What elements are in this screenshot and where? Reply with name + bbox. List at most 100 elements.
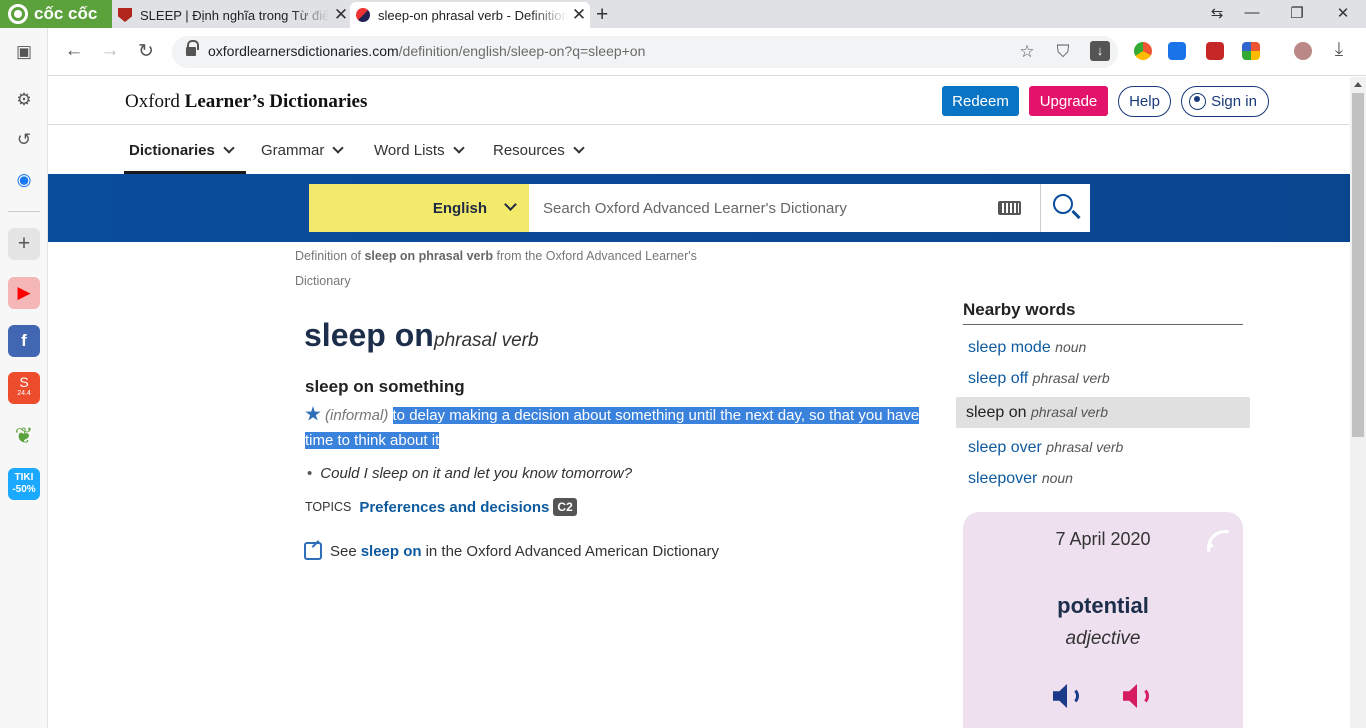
breadcrumb: Definition of sleep on phrasal verb from…: [295, 244, 745, 294]
keyboard-icon[interactable]: [998, 201, 1021, 215]
close-tab-icon[interactable]: ✕: [330, 5, 352, 25]
search-button[interactable]: [1041, 184, 1090, 232]
oxford-3000-star-icon[interactable]: [305, 406, 321, 421]
tiki-line2: -50%: [12, 484, 36, 495]
browser-brand-label: cốc cốc: [34, 4, 98, 23]
topic-link[interactable]: Preferences and decisions: [359, 499, 549, 516]
redeem-button[interactable]: Redeem: [942, 86, 1019, 116]
site-header: Oxford Learner’s Dictionaries Redeem Upg…: [48, 77, 1350, 125]
nearby-pos: phrasal verb: [1046, 439, 1124, 455]
reload-icon[interactable]: ↻: [133, 40, 159, 63]
nearby-item[interactable]: sleep off phrasal verb: [956, 363, 1250, 394]
nearby-item[interactable]: sleep mode noun: [956, 332, 1250, 363]
nearby-pos: phrasal verb: [1032, 370, 1110, 386]
site-logo[interactable]: Oxford Learner’s Dictionaries: [125, 91, 367, 113]
nav-grammar[interactable]: Grammar: [261, 142, 345, 159]
scrollbar-thumb[interactable]: [1352, 93, 1364, 437]
wotd-pos: adjective: [1065, 628, 1141, 649]
shopee-glyph: S: [19, 374, 29, 390]
help-button[interactable]: Help: [1118, 86, 1171, 117]
site-title-prefix: Oxford: [125, 91, 185, 112]
nearby-item-selected[interactable]: sleep on phrasal verb: [956, 397, 1250, 428]
new-extension-icon[interactable]: [1168, 42, 1186, 60]
browser-brand[interactable]: cốc cốc: [0, 0, 112, 28]
search-band: English: [48, 174, 1350, 242]
nearby-item[interactable]: sleepover noun: [956, 463, 1250, 494]
see-also-link[interactable]: sleep on: [361, 543, 422, 560]
messenger-icon[interactable]: ◉: [8, 164, 40, 196]
sidebar-toggle-icon[interactable]: ▣: [8, 36, 40, 68]
speaker-uk-icon[interactable]: [1051, 682, 1085, 710]
page-scrollbar[interactable]: [1350, 77, 1366, 728]
nav-label: Grammar: [261, 142, 325, 159]
chrome-extension-icon[interactable]: [1134, 42, 1152, 60]
red-extension-icon[interactable]: [1206, 42, 1224, 60]
nav-label: Resources: [493, 142, 565, 159]
address-bar[interactable]: oxfordlearnersdictionaries.com/definitio…: [172, 36, 1118, 68]
browser-toolbar: ← → ↻ oxfordlearnersdictionaries.com/def…: [0, 28, 1366, 76]
scroll-up-icon[interactable]: [1354, 82, 1362, 87]
forward-arrow-icon[interactable]: →: [97, 40, 123, 62]
definition[interactable]: (informal) to delay making a decision ab…: [305, 403, 935, 453]
download-icon[interactable]: ↓: [1090, 41, 1110, 61]
sign-in-button[interactable]: Sign in: [1181, 86, 1269, 117]
bookmark-star-icon[interactable]: ☆: [1017, 42, 1037, 62]
definition-text-line2: time to think about it: [305, 432, 440, 449]
add-shortcut-icon[interactable]: +: [8, 228, 40, 260]
nearby-pos: noun: [1041, 470, 1073, 486]
topics: TOPICS Preferences and decisions C2: [305, 498, 577, 516]
shield-icon[interactable]: ⛉: [1053, 42, 1073, 62]
minimize-icon[interactable]: —: [1242, 4, 1262, 21]
topics-label: TOPICS: [305, 500, 352, 514]
facebook-icon[interactable]: f: [8, 325, 40, 357]
tab-cambridge[interactable]: SLEEP | Định nghĩa trong Từ điển tiếng A…: [112, 2, 352, 28]
language-select[interactable]: English: [309, 184, 529, 232]
wotd-word[interactable]: potential: [963, 593, 1243, 619]
tab-strip: cốc cốc SLEEP | Định nghĩa trong Từ điển…: [0, 0, 1366, 28]
nearby-word: sleep on: [966, 404, 1027, 421]
close-tab-icon[interactable]: ✕: [568, 5, 590, 25]
search-input[interactable]: [529, 184, 969, 232]
speaker-wave: [1061, 687, 1079, 705]
nav-dictionaries[interactable]: Dictionaries: [129, 142, 235, 159]
lock-icon[interactable]: [186, 40, 199, 57]
tab-title: SLEEP | Định nghĩa trong Từ điển tiếng A…: [140, 7, 330, 23]
nav-resources[interactable]: Resources: [493, 142, 585, 159]
see-prefix: See: [330, 542, 357, 560]
shopee-badge: 24.4: [17, 390, 31, 397]
definition-text-line1: to delay making a decision about somethi…: [392, 407, 920, 424]
url-path: /definition/english/sleep-on?q=sleep+on: [398, 43, 646, 59]
coccoc-leaf-icon[interactable]: ❦: [8, 420, 40, 452]
settings-gear-icon[interactable]: ⚙: [8, 84, 40, 116]
tab-oxford-active[interactable]: sleep-on phrasal verb - Definition ✕: [350, 2, 590, 28]
close-window-icon[interactable]: ✕: [1333, 4, 1353, 22]
chevron-down-icon: [332, 142, 345, 154]
back-arrow-icon[interactable]: ←: [61, 40, 87, 62]
speaker-us-icon[interactable]: [1121, 682, 1155, 710]
rss-icon[interactable]: [1207, 530, 1225, 548]
tiki-line1: TIKI: [14, 472, 34, 483]
color-extension-icon[interactable]: [1242, 42, 1260, 60]
tiki-icon[interactable]: TIKI -50%: [8, 468, 40, 500]
example-text: Could I sleep on it and let you know tom…: [320, 465, 633, 482]
downloads-icon[interactable]: ⤓: [1326, 39, 1352, 61]
search-icon: [1053, 194, 1073, 214]
nearby-item[interactable]: sleep over phrasal verb: [956, 432, 1250, 463]
headword: sleep on: [304, 317, 434, 353]
shopee-icon[interactable]: S 24.4: [8, 372, 40, 404]
profile-avatar[interactable]: [1294, 42, 1312, 60]
url-text[interactable]: oxfordlearnersdictionaries.com/definitio…: [208, 43, 645, 59]
word-of-the-day-card: 7 April 2020 potential adjective: [963, 512, 1243, 728]
nav-word-lists[interactable]: Word Lists: [374, 142, 465, 159]
site-nav: Dictionaries Grammar Word Lists Resource…: [48, 126, 1350, 174]
upgrade-button[interactable]: Upgrade: [1029, 86, 1108, 116]
user-icon: [1189, 93, 1206, 110]
maximize-icon[interactable]: ❐: [1287, 4, 1307, 22]
history-icon[interactable]: ↺: [8, 124, 40, 156]
new-tab-icon[interactable]: +: [596, 3, 608, 27]
search-box: [529, 184, 1041, 232]
nav-label: Dictionaries: [129, 142, 215, 159]
youtube-icon[interactable]: ▶: [8, 277, 40, 309]
restore-tabs-icon[interactable]: ⇆: [1207, 4, 1227, 22]
phrase: sleep on something: [305, 377, 465, 396]
